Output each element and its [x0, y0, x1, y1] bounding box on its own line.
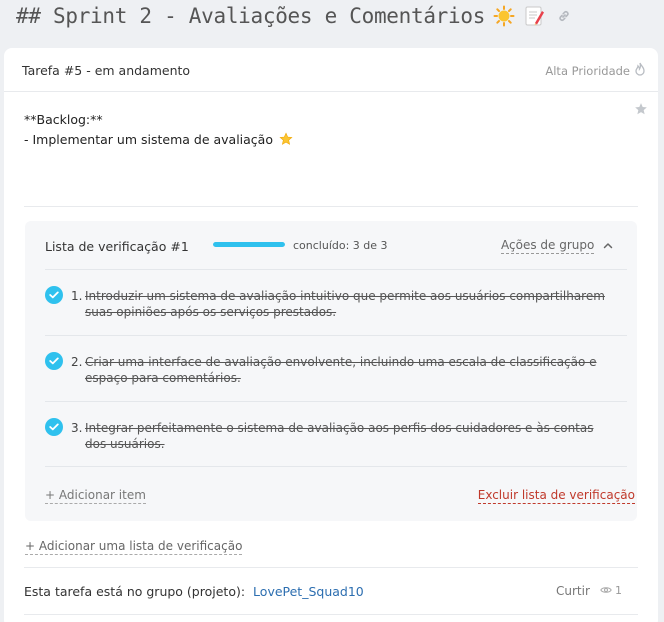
chevron-up-icon[interactable]: [603, 239, 613, 253]
checklist-title: Lista de verificação #1: [45, 239, 189, 254]
task-name: Tarefa #5 - em andamento: [22, 63, 191, 78]
flame-icon: [634, 62, 646, 79]
divider: [24, 614, 638, 615]
checklist-item: 3. Integrar perfeitamente o sistema de a…: [45, 401, 627, 466]
checklist-progress-fill: [213, 242, 285, 247]
like-button[interactable]: Curtir: [556, 584, 590, 598]
checkbox-checked-icon[interactable]: [45, 352, 63, 370]
checklist-item-text[interactable]: Introduzir um sistema de avaliação intui…: [85, 288, 611, 320]
checklist-item: 2. Criar uma interface de avaliação envo…: [45, 335, 627, 401]
checklist-item-number: 3.: [71, 421, 83, 435]
task-group-info: Esta tarefa está no grupo (projeto): Lov…: [24, 584, 364, 599]
group-actions-button[interactable]: Ações de grupo: [501, 238, 595, 254]
priority-label: Alta Prioridade: [545, 64, 630, 78]
checklist-item-text[interactable]: Criar uma interface de avaliação envolve…: [85, 354, 611, 386]
description-line: **Backlog:**: [24, 112, 103, 127]
checklist-item-number: 1.: [71, 289, 83, 303]
add-checklist-button[interactable]: + Adicionar uma lista de verificação: [25, 539, 243, 555]
description-text: - Implementar um sistema de avaliação: [24, 132, 273, 147]
task-card: Tarefa #5 - em andamento Alta Prioridade…: [4, 48, 658, 622]
views-count: 1: [615, 584, 622, 597]
views-counter: 1: [600, 584, 622, 597]
checkbox-checked-icon[interactable]: [45, 418, 63, 436]
project-link[interactable]: LovePet_Squad10: [253, 584, 364, 599]
task-header: Tarefa #5 - em andamento Alta Prioridade: [4, 48, 658, 92]
sun-emoji-icon: [493, 5, 515, 27]
delete-checklist-button[interactable]: Excluir lista de verificação: [477, 488, 635, 504]
eye-icon: [600, 584, 612, 597]
checklist-item: 1. Introduzir um sistema de avaliação in…: [45, 269, 627, 335]
divider: [24, 567, 638, 568]
star-emoji-icon: [279, 132, 293, 152]
task-description: **Backlog:** - Implementar um sistema de…: [24, 110, 293, 152]
checklist-header: Lista de verificação #1 concluído: 3 de …: [25, 221, 637, 269]
group-label: Esta tarefa está no grupo (projeto):: [24, 584, 246, 599]
checklist-progress-bar: [213, 242, 285, 247]
checklist-item-text[interactable]: Integrar perfeitamente o sistema de aval…: [85, 420, 611, 452]
checklist-item-number: 2.: [71, 355, 83, 369]
star-icon[interactable]: [634, 102, 648, 119]
add-item-button[interactable]: + Adicionar item: [45, 488, 146, 504]
link-icon[interactable]: [557, 4, 571, 28]
divider: [24, 206, 638, 207]
page-title: ## Sprint 2 - Avaliações e Comentários: [16, 0, 571, 32]
memo-emoji-icon: [523, 5, 545, 27]
checklist: Lista de verificação #1 concluído: 3 de …: [25, 221, 637, 521]
checklist-progress-text: concluído: 3 de 3: [293, 239, 388, 252]
checklist-footer: + Adicionar item Excluir lista de verifi…: [45, 466, 635, 521]
page-title-text: ## Sprint 2 - Avaliações e Comentários: [16, 4, 486, 28]
description-line: - Implementar um sistema de avaliação: [24, 130, 293, 152]
checkbox-checked-icon[interactable]: [45, 286, 63, 304]
